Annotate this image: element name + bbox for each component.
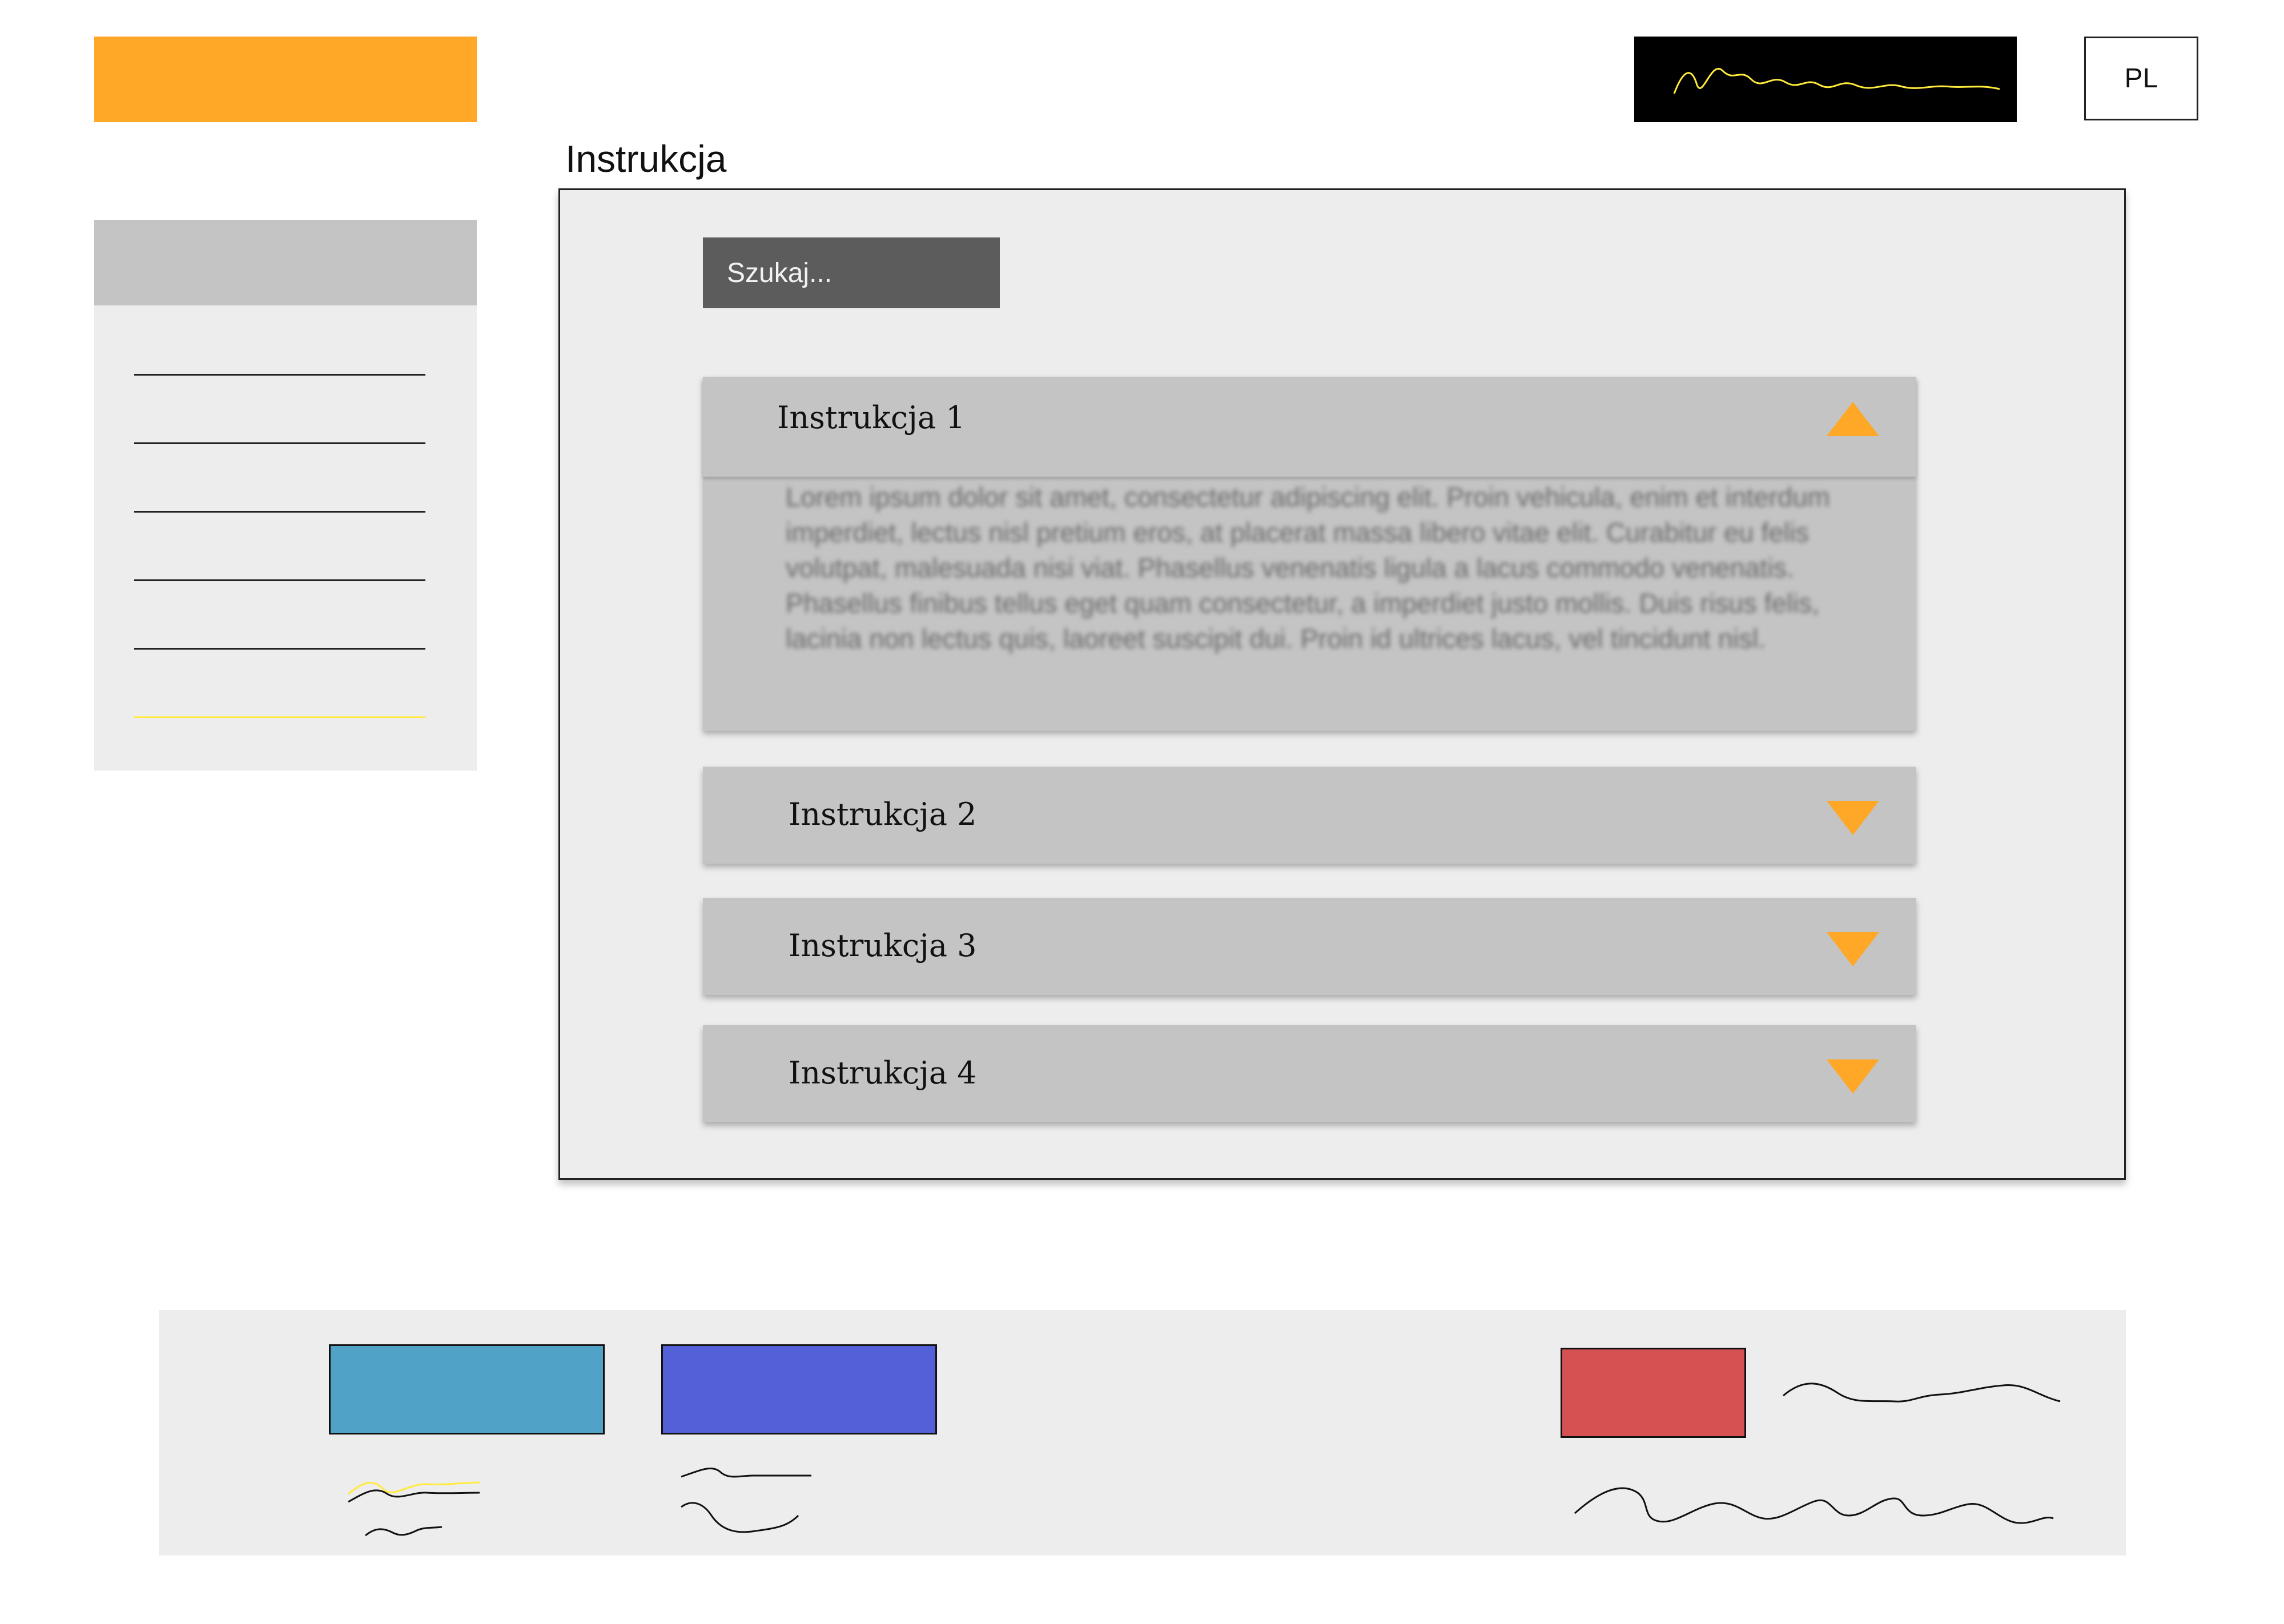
sidebar-header	[94, 220, 477, 305]
scribble-icon	[681, 1502, 799, 1533]
sidebar	[94, 220, 477, 771]
search-input[interactable]	[703, 237, 1000, 308]
language-button[interactable]: PL	[2084, 37, 2198, 120]
chevron-up-icon[interactable]	[1827, 402, 1879, 436]
accordion-title: Instrukcja 2	[789, 796, 977, 832]
scribble-icon	[348, 1489, 480, 1503]
accordion-header[interactable]: Instrukcja 1	[703, 377, 1916, 477]
chevron-down-icon[interactable]	[1827, 932, 1879, 966]
accordion-item-expanded: Instrukcja 1 Lorem ipsum dolor sit amet,…	[703, 377, 1916, 731]
sidebar-item-active[interactable]	[134, 716, 425, 718]
footer-scribbles	[348, 1383, 2061, 1537]
accordion-item[interactable]: Instrukcja 3	[703, 898, 1916, 995]
accordion-title: Instrukcja 4	[789, 1055, 977, 1091]
accordion-item[interactable]: Instrukcja 2	[703, 767, 1916, 864]
scribble-icon	[1574, 1487, 2054, 1524]
instructions-panel: Instrukcja 1 Lorem ipsum dolor sit amet,…	[558, 188, 2126, 1180]
sidebar-item[interactable]	[134, 511, 425, 513]
logo[interactable]	[94, 37, 477, 122]
scribble-icon	[365, 1526, 443, 1537]
sidebar-item[interactable]	[134, 374, 425, 376]
sidebar-item[interactable]	[134, 648, 425, 650]
scribble-icon	[1783, 1383, 2061, 1403]
page-title: Instrukcja	[565, 138, 727, 180]
accordion-title: Instrukcja 3	[789, 928, 977, 964]
sidebar-item[interactable]	[134, 442, 425, 444]
scribble-icon	[681, 1467, 811, 1478]
footer	[159, 1310, 2126, 1556]
accordion-item[interactable]: Instrukcja 4	[703, 1025, 1916, 1122]
chevron-down-icon[interactable]	[1827, 1059, 1879, 1094]
accordion-body-text: Lorem ipsum dolor sit amet, consectetur …	[786, 482, 1830, 654]
signature-banner	[1634, 37, 2017, 122]
accordion-title: Instrukcja 1	[777, 400, 966, 436]
chevron-down-icon[interactable]	[1827, 801, 1879, 835]
sidebar-item[interactable]	[134, 579, 425, 581]
scribble-icon	[1673, 68, 2000, 94]
